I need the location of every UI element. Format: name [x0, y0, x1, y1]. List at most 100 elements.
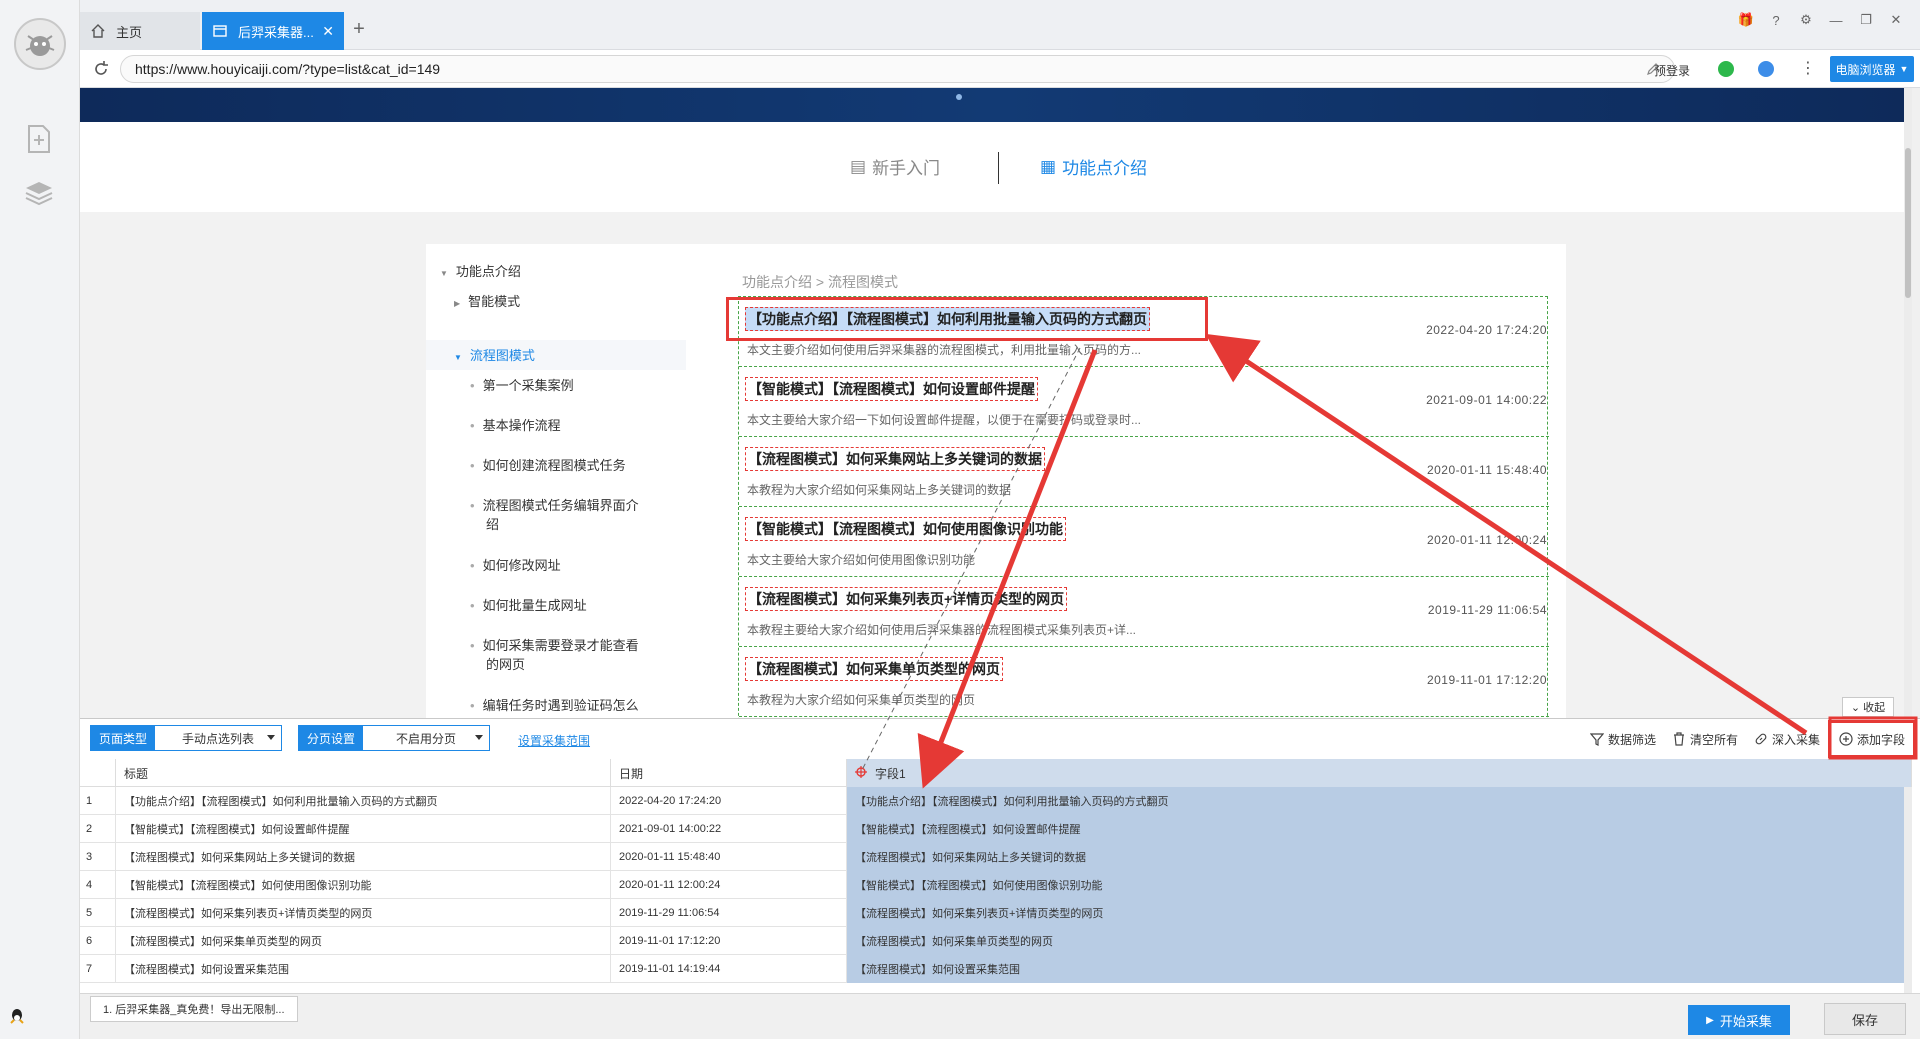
- extension-green-icon[interactable]: [1718, 61, 1734, 77]
- column-header-field1[interactable]: 字段1: [847, 759, 1912, 787]
- browser-mode-button[interactable]: 电脑浏览器 ▼: [1830, 56, 1914, 82]
- list-item[interactable]: 【流程图模式】如何采集网站上多关键词的数据 2020-01-11 15:48:4…: [739, 437, 1549, 507]
- article-title[interactable]: 【流程图模式】如何采集单页类型的网页: [745, 657, 1003, 681]
- nav-child-item-wrap: 的网页: [486, 655, 525, 674]
- restore-icon[interactable]: ❐: [1858, 12, 1874, 28]
- cell-field1: 【流程图模式】如何设置采集范围: [847, 955, 1912, 983]
- cell-field1: 【流程图模式】如何采集单页类型的网页: [847, 927, 1912, 955]
- nav-divider: [998, 152, 999, 184]
- table-row[interactable]: 7 【流程图模式】如何设置采集范围 2019-11-01 14:19:44 【流…: [80, 955, 1912, 983]
- article-title[interactable]: 【智能模式】【流程图模式】如何使用图像识别功能: [745, 517, 1066, 541]
- article-date: 2022-04-20 17:24:20: [1426, 323, 1547, 337]
- nav-child-item[interactable]: • 如何创建流程图模式任务: [470, 456, 626, 475]
- column-header-field1-label: 字段1: [875, 766, 906, 781]
- deep-collect-button[interactable]: 深入采集: [1746, 731, 1828, 748]
- new-task-icon[interactable]: [22, 122, 56, 156]
- cell-field1: 【流程图模式】如何采集网站上多关键词的数据: [847, 843, 1912, 871]
- table-row[interactable]: 4 【智能模式】【流程图模式】如何使用图像识别功能 2020-01-11 12:…: [80, 871, 1912, 899]
- add-field-button[interactable]: 添加字段: [1827, 720, 1916, 758]
- paging-select[interactable]: 分页设置 不启用分页: [298, 725, 490, 751]
- column-header-date[interactable]: 日期: [611, 759, 847, 787]
- nav-child-item[interactable]: • 流程图模式任务编辑界面介: [470, 496, 639, 515]
- column-header-title[interactable]: 标题: [116, 759, 611, 787]
- nav-child-label: 如何修改网址: [482, 558, 561, 573]
- nav-child-item[interactable]: • 如何批量生成网址: [470, 596, 587, 615]
- start-collect-button[interactable]: ▶ 开始采集: [1688, 1005, 1790, 1035]
- save-button[interactable]: 保存: [1824, 1003, 1906, 1035]
- caret-down-icon: [267, 735, 275, 740]
- list-item[interactable]: 【流程图模式】如何采集列表页+详情页类型的网页 2019-11-29 11:06…: [739, 577, 1549, 647]
- article-desc: 本文主要介绍如何使用后羿采集器的流程图模式，利用批量输入页码的方...: [747, 343, 1142, 357]
- minimize-icon[interactable]: —: [1828, 12, 1844, 28]
- article-date: 2020-01-11 12:00:24: [1426, 533, 1547, 547]
- trash-icon: [1673, 732, 1684, 746]
- new-tab-button[interactable]: +: [348, 18, 370, 41]
- table-row[interactable]: 5 【流程图模式】如何采集列表页+详情页类型的网页 2019-11-29 11:…: [80, 899, 1912, 927]
- nav-child-label: 基本操作流程: [482, 418, 561, 433]
- tab-home[interactable]: 主页: [80, 12, 200, 50]
- article-title[interactable]: 【流程图模式】如何采集网站上多关键词的数据: [745, 447, 1045, 471]
- list-item[interactable]: 【流程图模式】如何采集单页类型的网页 2019-11-01 17:12:20 本…: [739, 647, 1549, 717]
- table-scrollbar[interactable]: [1904, 787, 1912, 993]
- cell-index: 7: [80, 955, 116, 983]
- url-input[interactable]: https://www.houyicaiji.com/?type=list&ca…: [120, 55, 1675, 83]
- nav-child-item[interactable]: • 如何修改网址: [470, 556, 561, 575]
- cell-index: 1: [80, 787, 116, 815]
- gear-icon[interactable]: ⚙: [1798, 12, 1814, 28]
- window-close-icon[interactable]: ✕: [1888, 12, 1904, 28]
- nav-smart-mode[interactable]: ▶ 智能模式: [454, 292, 520, 313]
- nav-features[interactable]: ▦ 功能点介绍: [1040, 154, 1147, 179]
- page-scrollbar-thumb[interactable]: [1905, 148, 1911, 298]
- nav-feature-root[interactable]: ▼ 功能点介绍: [440, 262, 521, 283]
- nav-getting-started[interactable]: ▤ 新手入门: [850, 154, 940, 179]
- toolbar-actions: 数据筛选 清空所有 深入采集 添加字段: [1582, 719, 1920, 759]
- layers-icon[interactable]: [22, 176, 56, 210]
- cell-title: 【流程图模式】如何采集列表页+详情页类型的网页: [116, 899, 611, 927]
- nav-child-item[interactable]: • 第一个采集案例: [470, 376, 574, 395]
- chevron-double-down-icon: ⌄: [1850, 701, 1861, 714]
- table-row[interactable]: 2 【智能模式】【流程图模式】如何设置邮件提醒 2021-09-01 14:00…: [80, 815, 1912, 843]
- filter-icon: [1589, 733, 1604, 746]
- page-type-value-text: 手动点选列表: [181, 731, 254, 746]
- pre-login-button[interactable]: 预登录: [1654, 62, 1690, 79]
- cell-index: 2: [80, 815, 116, 843]
- tab-houyi[interactable]: 后羿采集器... ✕: [202, 12, 344, 50]
- extension-blue-icon[interactable]: [1758, 61, 1774, 77]
- article-title[interactable]: 【智能模式】【流程图模式】如何设置邮件提醒: [745, 377, 1038, 401]
- help-icon[interactable]: ?: [1768, 12, 1784, 28]
- article-title[interactable]: 【流程图模式】如何采集列表页+详情页类型的网页: [745, 587, 1068, 611]
- nav-child-item[interactable]: • 编辑任务时遇到验证码怎么: [470, 696, 639, 715]
- cell-index: 5: [80, 899, 116, 927]
- table-row[interactable]: 3 【流程图模式】如何采集网站上多关键词的数据 2020-01-11 15:48…: [80, 843, 1912, 871]
- nav-child-label: 绍: [486, 517, 500, 532]
- cell-field1: 【智能模式】【流程图模式】如何使用图像识别功能: [847, 871, 1912, 899]
- list-item[interactable]: 【智能模式】【流程图模式】如何设置邮件提醒 2021-09-01 14:00:2…: [739, 367, 1549, 437]
- page-scrollbar[interactable]: [1904, 88, 1912, 718]
- set-range-link[interactable]: 设置采集范围: [518, 732, 590, 749]
- page-type-value[interactable]: 手动点选列表: [155, 726, 281, 750]
- site-navbar: ▤ 新手入门 ▦ 功能点介绍: [80, 122, 1912, 212]
- data-filter-button[interactable]: 数据筛选: [1582, 731, 1664, 748]
- close-icon[interactable]: ✕: [322, 23, 334, 40]
- reload-icon[interactable]: [92, 60, 110, 78]
- table-row[interactable]: 6 【流程图模式】如何采集单页类型的网页 2019-11-01 17:12:20…: [80, 927, 1912, 955]
- collapse-label: 收起: [1863, 702, 1886, 714]
- qq-icon[interactable]: [8, 1007, 26, 1025]
- clear-all-button[interactable]: 清空所有: [1664, 731, 1746, 748]
- paging-value[interactable]: 不启用分页: [363, 726, 489, 750]
- caret-right-icon: ▶: [454, 299, 461, 308]
- notice-tab[interactable]: 1. 后羿采集器_真免费！导出无限制...: [90, 996, 298, 1022]
- table-row[interactable]: 1 【功能点介绍】【流程图模式】如何利用批量输入页码的方式翻页 2022-04-…: [80, 787, 1912, 815]
- collapse-button[interactable]: ⌄ 收起: [1842, 697, 1894, 717]
- cell-date: 2019-11-01 14:19:44: [611, 955, 847, 983]
- more-menu-icon[interactable]: ⋮: [1800, 58, 1816, 78]
- page-type-select[interactable]: 页面类型 手动点选列表: [90, 725, 282, 751]
- page-icon: [212, 23, 228, 39]
- gift-icon[interactable]: 🎁: [1738, 12, 1754, 28]
- nav-child-item[interactable]: • 基本操作流程: [470, 416, 561, 435]
- list-item[interactable]: 【智能模式】【流程图模式】如何使用图像识别功能 2020-01-11 12:00…: [739, 507, 1549, 577]
- nav-flow-mode[interactable]: ▼ 流程图模式: [454, 346, 535, 367]
- cell-title: 【智能模式】【流程图模式】如何使用图像识别功能: [116, 871, 611, 899]
- app-logo-icon[interactable]: [14, 18, 66, 70]
- nav-child-item[interactable]: • 如何采集需要登录才能查看: [470, 636, 639, 655]
